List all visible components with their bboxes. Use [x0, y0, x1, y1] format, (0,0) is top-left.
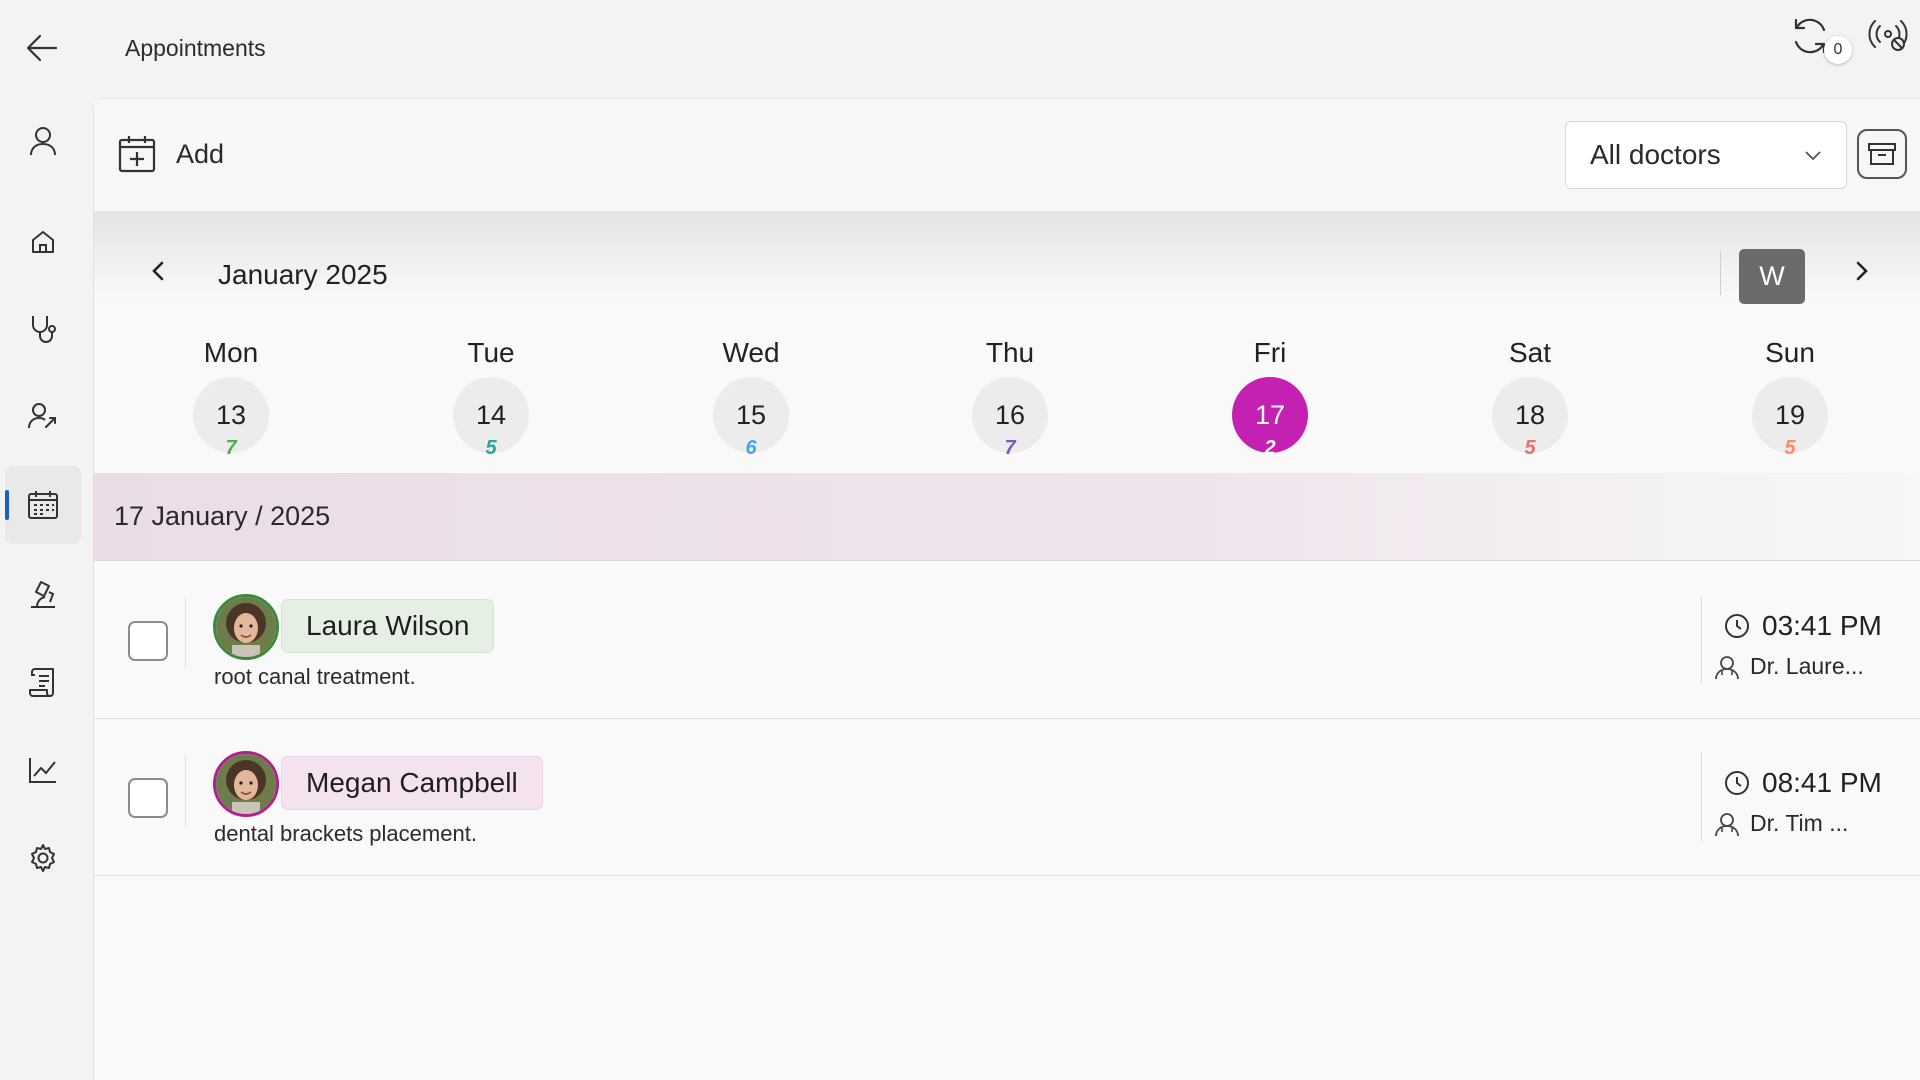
day-name: Fri [1253, 337, 1287, 368]
divider [1720, 251, 1721, 295]
appointment-checkbox[interactable] [128, 621, 168, 661]
sidebar-item-lab[interactable] [5, 555, 81, 633]
week-view-button[interactable]: W [1739, 249, 1805, 304]
avatar-image [216, 754, 276, 814]
doctor-name: Dr. Laure... [1750, 653, 1864, 679]
sidebar-item-settings[interactable] [5, 819, 81, 897]
appointment-count: 7 [225, 437, 237, 459]
clock-icon [1725, 614, 1749, 638]
time-text: 03:41 PM [1762, 610, 1882, 641]
calendar-month-label: January 2025 [218, 259, 388, 290]
next-week-button[interactable] [1842, 251, 1882, 291]
doctor-icon [1715, 655, 1739, 679]
sidebar-item-prescriptions[interactable] [5, 643, 81, 721]
day-mon[interactable]: Mon 13 7 [171, 337, 291, 459]
chart-icon [29, 758, 56, 783]
day-thu[interactable]: Thu 16 7 [950, 337, 1070, 459]
stethoscope-icon [32, 316, 56, 343]
add-appointment-button[interactable]: Add [118, 131, 224, 177]
home-icon [32, 231, 54, 253]
patient-name-chip[interactable]: Laura Wilson [281, 599, 495, 653]
appointment-row[interactable]: Megan Campbell dental brackets placement… [94, 719, 1920, 876]
doctor-filter-select[interactable]: All doctors [1565, 121, 1847, 189]
appointment-doctor: Dr. Tim ... [1714, 810, 1848, 837]
day-tue[interactable]: Tue 14 5 [431, 337, 551, 459]
appointment-count: 5 [1784, 437, 1796, 459]
day-sun[interactable]: Sun 19 5 [1730, 337, 1850, 459]
arrow-left-icon [26, 34, 58, 62]
avatar-image [216, 597, 276, 657]
archive-icon [1868, 143, 1896, 165]
calendar-add-icon [118, 136, 156, 173]
chevron-down-icon [1805, 151, 1821, 161]
scroll-icon [29, 668, 54, 697]
appointment-description: root canal treatment. [214, 664, 416, 689]
appointment-description: dental brackets placement. [214, 821, 477, 846]
sidebar-item-patients[interactable] [5, 377, 81, 455]
person-icon [30, 127, 56, 156]
back-button[interactable] [22, 28, 62, 68]
page-title: Appointments [125, 35, 266, 61]
patient-icon [28, 403, 56, 429]
patient-name-chip[interactable]: Megan Campbell [281, 756, 543, 810]
gear-icon [31, 844, 55, 872]
sync-count-badge: 0 [1824, 36, 1852, 64]
avatar [213, 594, 279, 660]
day-name: Sat [1508, 337, 1552, 368]
microscope-icon [31, 581, 55, 608]
sidebar-item-home[interactable] [5, 203, 81, 281]
sidebar-item-appointments[interactable] [5, 466, 81, 544]
day-name: Mon [203, 337, 259, 368]
day-name: Wed [722, 337, 780, 368]
toolbar: Add All doctors [94, 99, 1920, 211]
broadcast-off-icon [1868, 20, 1908, 51]
divider [1701, 753, 1702, 841]
doctor-name: Dr. Tim ... [1750, 810, 1849, 836]
divider [185, 755, 186, 825]
avatar [213, 751, 279, 817]
appointment-count: 2 [1264, 437, 1276, 459]
sidebar-item-reports[interactable] [5, 731, 81, 809]
previous-week-button[interactable] [138, 251, 178, 291]
day-sat[interactable]: Sat 18 5 [1470, 337, 1590, 459]
appointment-count: 6 [745, 437, 757, 459]
appointment-doctor: Dr. Laure... [1714, 653, 1864, 680]
day-name: Thu [985, 337, 1035, 368]
day-fri[interactable]: Fri 17 2 [1210, 337, 1330, 459]
clock-icon [1725, 771, 1749, 795]
top-bar: Appointments 0 [0, 0, 1920, 97]
doctor-icon [1715, 812, 1739, 836]
day-name: Tue [467, 337, 515, 368]
divider [1701, 596, 1702, 684]
day-wed[interactable]: Wed 15 6 [691, 337, 811, 459]
appointment-row[interactable]: Laura Wilson root canal treatment. 03:41… [94, 562, 1920, 719]
time-text: 08:41 PM [1762, 767, 1882, 798]
appointment-checkbox[interactable] [128, 778, 168, 818]
appointment-count: 5 [1524, 437, 1536, 459]
calendar-icon [28, 491, 58, 519]
chevron-left-icon [152, 261, 164, 281]
sidebar-item-profile[interactable] [5, 102, 81, 180]
divider [185, 598, 186, 668]
sidebar [0, 97, 93, 1080]
chevron-right-icon [1856, 261, 1868, 281]
selected-date-banner: 17 January / 2025 [94, 473, 1920, 561]
main-panel: Add All doctors January 2025 W Mon 13 7 … [93, 98, 1920, 1080]
add-label: Add [176, 138, 225, 169]
selected-date-label: 17 January / 2025 [114, 501, 331, 531]
sidebar-item-doctors[interactable] [5, 290, 81, 368]
appointment-count: 5 [485, 437, 497, 459]
appointment-time: 03:41 PM [1724, 610, 1882, 642]
archive-button[interactable] [1857, 129, 1907, 179]
appointment-count: 7 [1004, 437, 1016, 459]
connection-status-button[interactable] [1868, 18, 1912, 58]
doctor-filter-value: All doctors [1590, 139, 1721, 170]
day-name: Sun [1765, 337, 1815, 368]
appointment-time: 08:41 PM [1724, 767, 1882, 799]
